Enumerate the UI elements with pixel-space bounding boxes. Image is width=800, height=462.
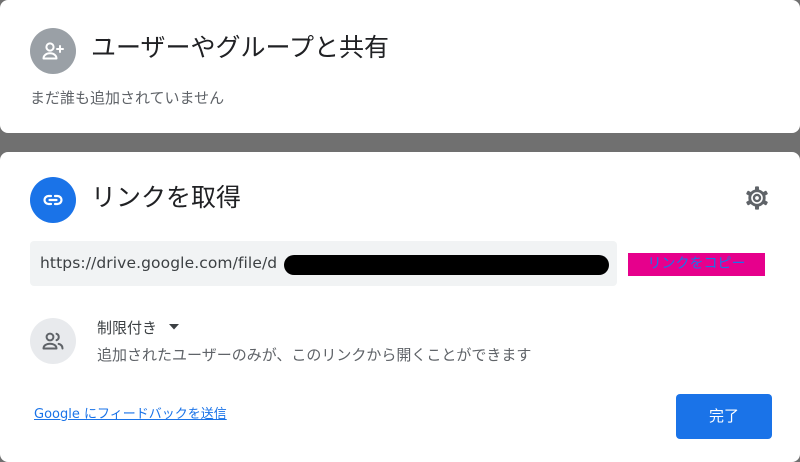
link-url-text: https://drive.google.com/file/d (40, 254, 278, 272)
link-settings-button[interactable] (738, 179, 776, 217)
share-with-people-card: ユーザーやグループと共有 まだ誰も追加されていません (0, 0, 800, 133)
copy-link-button[interactable]: リンクをコピー (628, 253, 765, 276)
done-button[interactable]: 完了 (676, 394, 772, 439)
share-dialog-title: ユーザーやグループと共有 (91, 33, 390, 62)
get-link-title: リンクを取得 (91, 183, 242, 212)
no-people-message: まだ誰も追加されていません (30, 89, 225, 107)
person-add-icon (30, 28, 76, 74)
link-icon (30, 177, 76, 223)
access-level-label: 制限付き (97, 318, 158, 337)
url-redaction-bar (284, 255, 609, 275)
access-description: 追加されたユーザーのみが、このリンクから開くことができます (97, 346, 532, 364)
send-feedback-link[interactable]: Google にフィードバックを送信 (34, 405, 227, 425)
people-icon (30, 318, 76, 364)
caret-down-icon (169, 324, 180, 330)
gear-icon (746, 186, 768, 210)
access-level-dropdown[interactable]: 制限付き (97, 316, 180, 338)
